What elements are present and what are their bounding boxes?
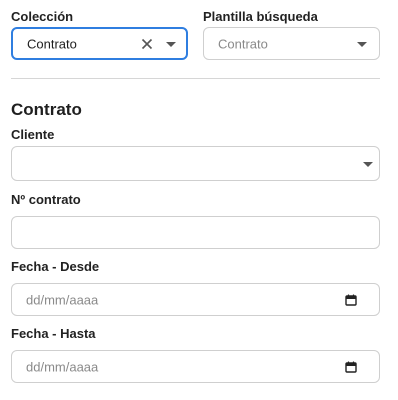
- section-title: Contrato: [11, 100, 82, 119]
- cliente-select[interactable]: [11, 146, 380, 181]
- cliente-label: Cliente: [11, 127, 55, 142]
- divider: [11, 78, 380, 79]
- plantilla-select[interactable]: Contrato: [203, 27, 380, 60]
- fecha-desde-input[interactable]: dd/mm/aaaa: [11, 283, 380, 316]
- chevron-down-icon[interactable]: [166, 41, 176, 47]
- coleccion-value: Contrato: [27, 36, 77, 51]
- fecha-desde-placeholder: dd/mm/aaaa: [26, 292, 99, 307]
- chevron-down-icon[interactable]: [357, 41, 367, 47]
- fecha-hasta-placeholder: dd/mm/aaaa: [26, 359, 99, 374]
- fecha-desde-label: Fecha - Desde: [11, 259, 100, 274]
- calendar-icon[interactable]: [345, 361, 357, 373]
- coleccion-select[interactable]: Contrato: [11, 27, 188, 60]
- chevron-down-icon[interactable]: [363, 161, 373, 167]
- fecha-hasta-input[interactable]: dd/mm/aaaa: [11, 350, 380, 383]
- plantilla-label: Plantilla búsqueda: [203, 9, 318, 24]
- coleccion-label: Colección: [11, 9, 74, 24]
- num-contrato-label: Nº contrato: [11, 192, 81, 207]
- plantilla-placeholder: Contrato: [218, 36, 268, 51]
- calendar-icon[interactable]: [345, 294, 357, 306]
- fecha-hasta-label: Fecha - Hasta: [11, 326, 96, 341]
- clear-icon[interactable]: [141, 38, 153, 50]
- num-contrato-input[interactable]: [11, 216, 380, 249]
